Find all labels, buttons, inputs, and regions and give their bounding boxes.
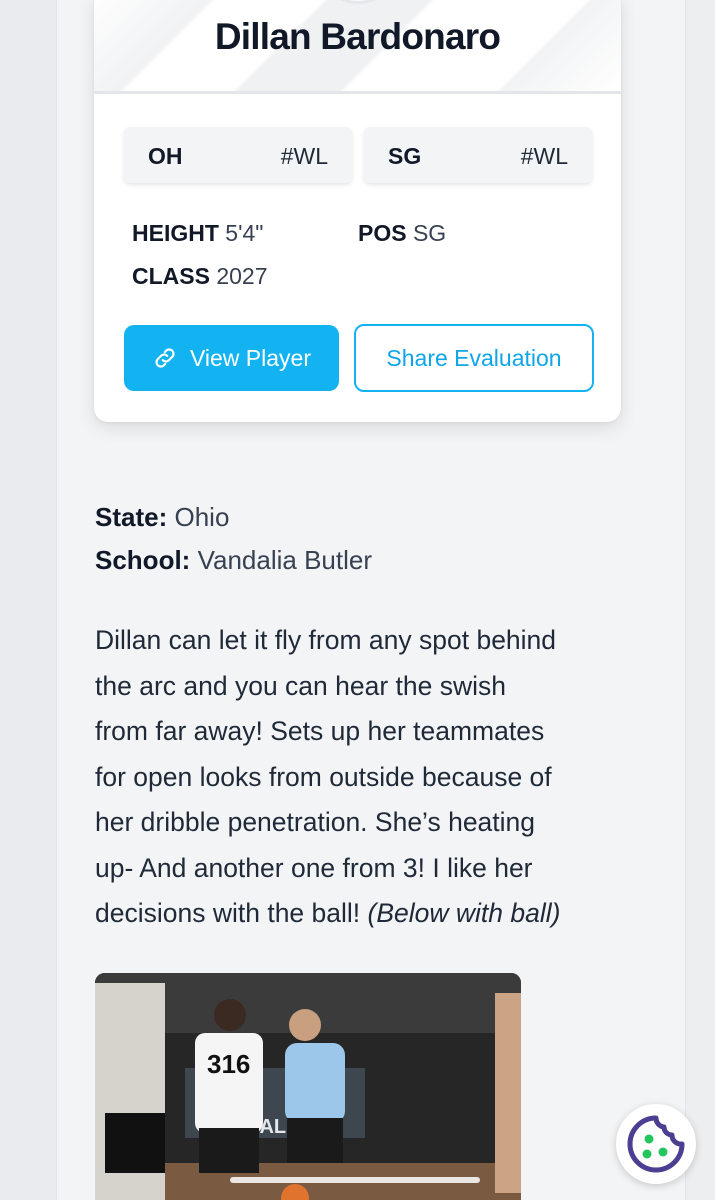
school-value: Vandalia Butler bbox=[197, 545, 372, 575]
stat-height: HEIGHT 5'4" bbox=[132, 220, 263, 247]
evaluation-line: her dribble penetration. She’s heating bbox=[95, 807, 536, 837]
ranking-chip-sg: SG #WL bbox=[364, 127, 592, 183]
share-evaluation-label: Share Evaluation bbox=[386, 344, 562, 371]
state-label: State: bbox=[95, 502, 168, 532]
stat-height-label: HEIGHT bbox=[132, 220, 219, 246]
stat-pos-label: POS bbox=[358, 220, 407, 246]
cookie-settings-button[interactable] bbox=[616, 1104, 696, 1184]
view-player-button[interactable]: View Player bbox=[124, 325, 339, 391]
evaluation-line: for open looks from outside because of bbox=[95, 761, 552, 792]
player-card-header: Dillan Bardonaro bbox=[94, 0, 621, 94]
stat-class-value: 2027 bbox=[216, 263, 268, 289]
ranking-value: #WL bbox=[520, 143, 568, 169]
evaluation-line: Dillan can let it fly from any spot behi… bbox=[95, 625, 557, 655]
player-avatar bbox=[316, 0, 400, 4]
evaluation-text: Dillan can let it fly from any spot behi… bbox=[95, 618, 635, 937]
cookie-icon bbox=[627, 1115, 685, 1173]
state-line: State: Ohio bbox=[95, 502, 229, 533]
home-indicator bbox=[230, 1177, 480, 1183]
state-value: Ohio bbox=[174, 502, 230, 532]
evaluation-line: the arc and you can hear the swish bbox=[95, 670, 506, 701]
link-icon bbox=[155, 348, 175, 368]
share-evaluation-button[interactable]: Share Evaluation bbox=[354, 324, 594, 392]
player-name: Dillan Bardonaro bbox=[214, 16, 501, 57]
evaluation-line: decisions with the ball! (Below with bal… bbox=[95, 891, 635, 937]
school-line: School: Vandalia Butler bbox=[95, 545, 372, 576]
page-gutter-left bbox=[0, 0, 56, 1200]
evaluation-line: from far away! Sets up her teammates bbox=[95, 716, 545, 746]
stat-class-label: CLASS bbox=[132, 263, 210, 289]
school-label: School: bbox=[95, 545, 191, 575]
stat-height-value: 5'4" bbox=[225, 220, 264, 246]
ranking-label: OH bbox=[148, 143, 183, 169]
player-action-photo: BALLR 316 bbox=[95, 973, 521, 1200]
ranking-label: SG bbox=[388, 143, 422, 169]
page-gutter-right bbox=[685, 0, 715, 1200]
evaluation-text-end: decisions with the ball! bbox=[95, 898, 368, 928]
stat-pos-value: SG bbox=[412, 220, 447, 246]
stat-class: CLASS 2027 bbox=[132, 263, 268, 290]
basketball-photo-illustration: BALLR 316 bbox=[95, 973, 521, 1200]
player-card: Dillan Bardonaro OH #WL SG #WL HEIGHT 5'… bbox=[94, 0, 621, 422]
jersey-number: 316 bbox=[207, 1049, 250, 1079]
ranking-chip-oh: OH #WL bbox=[124, 127, 352, 183]
evaluation-line: up- And another one from 3! I like her bbox=[95, 852, 533, 883]
view-player-label: View Player bbox=[189, 344, 312, 371]
stat-position: POS SG bbox=[358, 220, 446, 247]
evaluation-note: (Below with ball) bbox=[367, 898, 561, 928]
ranking-value: #WL bbox=[280, 143, 328, 169]
